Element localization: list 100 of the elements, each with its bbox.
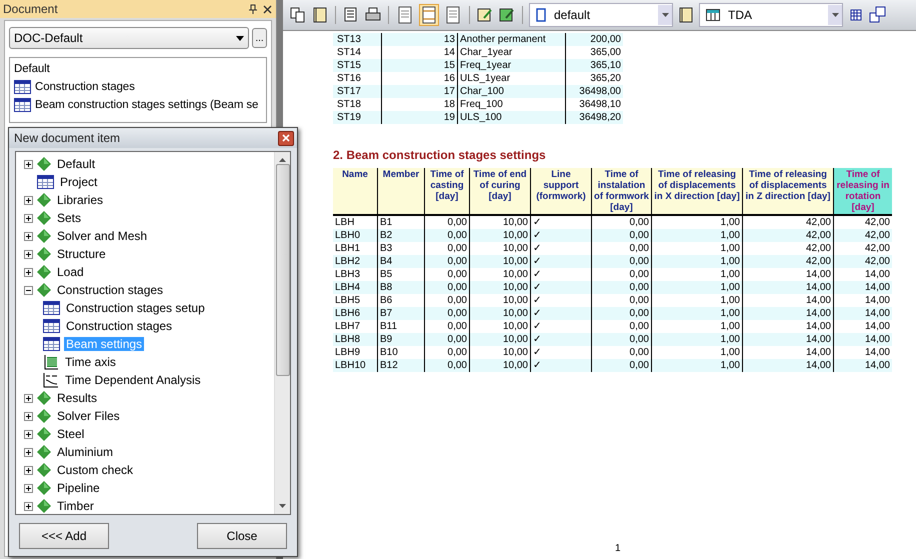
check-mark: ✓ — [530, 255, 592, 268]
table-cell: 14,00 — [834, 307, 892, 320]
diamond-icon — [37, 229, 51, 243]
dropdown-arrow-icon — [662, 13, 668, 17]
book-icon[interactable] — [311, 6, 329, 24]
tree-item[interactable]: Aluminium — [55, 445, 116, 459]
expand-toggle[interactable] — [24, 250, 33, 258]
tree-item[interactable]: Solver Files — [55, 409, 122, 423]
diamond-icon — [37, 157, 51, 171]
column-header[interactable]: Time of casting [day] — [424, 168, 470, 215]
diamond-icon — [37, 499, 51, 513]
tree-item[interactable]: Construction stages setup — [64, 301, 207, 315]
column-header[interactable]: Member — [378, 168, 424, 215]
table-cell: 1,00 — [652, 359, 742, 372]
tree-item[interactable]: Pipeline — [55, 481, 102, 495]
table-cell: LBH3 — [333, 268, 378, 281]
expand-toggle[interactable] — [24, 502, 33, 510]
table-cell: 10,00 — [470, 359, 530, 372]
scrollbar[interactable] — [274, 152, 290, 514]
expand-toggle[interactable] — [24, 484, 33, 492]
table-cell: 14,00 — [742, 281, 834, 294]
dialog-button[interactable]: Close — [197, 523, 287, 549]
tree-item[interactable]: Custom check — [55, 463, 136, 477]
dropdown-arrow-icon — [236, 36, 244, 40]
table-cell: 0,00 — [592, 333, 652, 346]
tree-item[interactable]: Structure — [55, 247, 108, 261]
expand-toggle[interactable] — [24, 232, 33, 240]
layout-button[interactable] — [419, 4, 439, 26]
expand-toggle[interactable] — [24, 430, 33, 438]
expand-toggle[interactable] — [24, 412, 33, 420]
tree-item[interactable]: Steel — [55, 427, 86, 441]
windows-icon[interactable] — [869, 6, 887, 24]
table-cell: LBH7 — [333, 320, 378, 333]
more-button[interactable]: ... — [252, 28, 267, 48]
table-cell: ST13 — [333, 33, 382, 46]
table-cell: 14,00 — [742, 307, 834, 320]
column-header[interactable]: Time of instalation of formwork [day] — [592, 168, 652, 215]
table-cell: 42,00 — [834, 229, 892, 242]
expand-toggle[interactable] — [24, 214, 33, 222]
tree-item[interactable]: Load — [55, 265, 86, 279]
column-header[interactable]: Time of releasing of displacements in Z direction [day] — [742, 168, 834, 215]
tree-item[interactable]: Libraries — [55, 193, 106, 207]
tree-item[interactable]: Construction stages — [55, 283, 166, 297]
column-header[interactable]: Time of releasing of displacements in X direction [day] — [652, 168, 742, 215]
list-header: Default — [14, 63, 50, 75]
column-header[interactable]: Name — [333, 168, 378, 215]
table-cell: 365,10 — [566, 59, 623, 72]
table-cell: ULS_100 — [458, 111, 566, 124]
expand-toggle[interactable] — [24, 448, 33, 456]
section-heading: 2. Beam construction stages settings — [333, 148, 547, 162]
table-cell: LBH8 — [333, 333, 378, 346]
column-header[interactable]: Time of releasing in rotation [day] — [834, 168, 892, 215]
settings-book-icon[interactable] — [677, 6, 695, 24]
close-icon — [282, 134, 290, 142]
table-cell: 14,00 — [834, 359, 892, 372]
table-cell: LBH4 — [333, 281, 378, 294]
tree-item[interactable]: Time Dependent Analysis — [63, 373, 203, 387]
new-book-icon[interactable] — [498, 6, 516, 24]
template-dropdown[interactable]: default — [529, 3, 673, 27]
pin-icon[interactable] — [249, 4, 257, 14]
expand-toggle[interactable] — [24, 160, 33, 168]
collapse-toggle[interactable] — [24, 286, 33, 294]
document-dropdown[interactable]: DOC-Default — [9, 27, 249, 49]
tree-item[interactable]: Timber — [55, 499, 96, 513]
close-icon[interactable] — [263, 4, 272, 14]
tree-item[interactable]: Project — [58, 175, 100, 189]
list-item[interactable]: Construction stages — [35, 81, 135, 93]
table-cell: B2 — [378, 229, 424, 242]
table-cell: ST15 — [333, 59, 382, 72]
table-cell: ST16 — [333, 72, 382, 85]
expand-toggle[interactable] — [24, 196, 33, 204]
tree-item[interactable]: Results — [55, 391, 100, 405]
expand-toggle[interactable] — [24, 394, 33, 402]
table-cell: 0,00 — [424, 307, 470, 320]
table-cell: ST17 — [333, 85, 382, 98]
tree-item[interactable]: Solver and Mesh — [55, 229, 150, 243]
scroll-up-icon[interactable] — [279, 158, 286, 162]
tree-item[interactable]: Time axis — [63, 355, 118, 369]
edit-book-icon[interactable] — [476, 6, 494, 24]
dropdown-arrow-icon — [832, 13, 838, 17]
copy-icon[interactable] — [289, 6, 307, 24]
tree-item[interactable]: Sets — [55, 211, 84, 225]
dialog-title: New document item — [14, 131, 122, 145]
expand-toggle[interactable] — [24, 466, 33, 474]
view-dropdown[interactable]: TDA — [699, 3, 843, 27]
diamond-icon — [37, 463, 51, 477]
tree-item[interactable]: Default — [55, 157, 98, 171]
column-header[interactable]: Time of end of curing [day] — [470, 168, 530, 215]
diamond-icon — [37, 265, 51, 279]
tree-item[interactable]: Construction stages — [64, 319, 174, 333]
page-number: 1 — [615, 543, 621, 554]
dialog-button[interactable]: <<< Add — [19, 523, 109, 549]
close-button[interactable] — [278, 130, 294, 146]
list-item[interactable]: Beam construction stages settings (Beam se — [35, 99, 258, 111]
table-cell: 14,00 — [742, 333, 834, 346]
column-header[interactable]: Line support (formwork) — [530, 168, 592, 215]
table-icon — [706, 9, 720, 21]
expand-toggle[interactable] — [24, 268, 33, 276]
table-cell: 10,00 — [470, 307, 530, 320]
scroll-down-icon[interactable] — [279, 504, 286, 508]
